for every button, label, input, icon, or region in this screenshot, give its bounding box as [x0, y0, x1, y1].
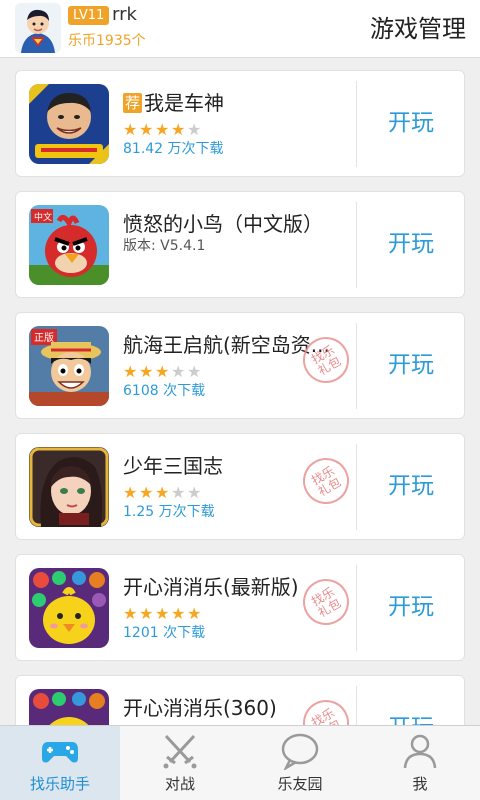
star-icon: ★ — [123, 483, 138, 502]
play-button[interactable]: 开玩 — [357, 676, 465, 725]
game-card[interactable]: 开心消消乐(最新版) ★ ★ ★ ★ ★ 1201 次下载 找乐 礼包 开玩 — [15, 554, 465, 661]
game-name: 荐我是车神 — [123, 91, 225, 115]
game-card[interactable]: 少年三国志 ★ ★ ★ ★ ★ 1.25 万次下载 找乐 礼包 开玩 — [15, 433, 465, 540]
game-card[interactable]: 开心消消乐(360) ★★★★★ 找乐礼包 开玩 — [15, 675, 465, 725]
star-icon: ★ — [171, 604, 186, 623]
star-icon: ★ — [123, 362, 138, 381]
game-card[interactable]: 中文 愤怒的小鸟（中文版） 版本: V5.4.1 开玩 — [15, 191, 465, 298]
star-icon: ★ — [155, 362, 170, 381]
star-icon: ★ — [187, 120, 202, 139]
warrior-girl-icon — [29, 447, 109, 527]
tab-label: 找乐助手 — [29, 775, 90, 793]
game-name: 开心消消乐(最新版) — [123, 575, 299, 599]
username: rrk — [112, 4, 137, 25]
game-list[interactable]: 荐我是车神 ★ ★ ★ ★ ★ 81.42 万次下载 开玩 中文 愤怒的小鸟（中… — [0, 58, 480, 725]
bottom-nav: 找乐助手 对战 乐友园 我 — [0, 725, 480, 800]
version-label: 版本: V5.4.1 — [123, 238, 206, 254]
yellow-chick-icon — [29, 568, 109, 648]
star-icon: ★ — [155, 483, 170, 502]
play-button[interactable]: 开玩 — [357, 71, 465, 176]
star-icon: ★ — [139, 120, 154, 139]
rating-stars: ★ ★ ★ ★ ★ — [123, 120, 203, 139]
rating-stars: ★ ★ ★ ★ ★ — [123, 483, 203, 502]
angry-bird-icon: 中文 — [29, 205, 109, 285]
star-icon: ★ — [187, 604, 202, 623]
tab-community[interactable]: 乐友园 — [240, 726, 360, 800]
star-icon: ★ — [155, 120, 170, 139]
star-icon: ★ — [123, 604, 138, 623]
star-icon: ★ — [171, 483, 186, 502]
play-button[interactable]: 开玩 — [357, 192, 465, 297]
game-card[interactable]: 正版 航海王启航(新空岛资... ★ ★ ★ ★ ★ 6108 次下载 找乐 礼包 开玩 — [15, 312, 465, 419]
star-icon: ★ — [171, 362, 186, 381]
svg-text:中文: 中文 — [34, 211, 52, 223]
play-button[interactable]: 开玩 — [357, 313, 465, 418]
game-name: 开心消消乐(360) — [123, 696, 277, 720]
gamepad-icon — [40, 732, 80, 770]
tab-label: 我 — [412, 775, 428, 793]
gift-stamp: 找乐礼包 — [294, 691, 358, 725]
star-icon: ★ — [171, 120, 186, 139]
star-icon: ★ — [139, 362, 154, 381]
one-piece-pirate-icon: 正版 — [29, 326, 109, 406]
download-count: 1201 次下载 — [123, 625, 206, 641]
star-icon: ★ — [155, 604, 170, 623]
game-card[interactable]: 荐我是车神 ★ ★ ★ ★ ★ 81.42 万次下载 开玩 — [15, 70, 465, 177]
rating-stars: ★ ★ ★ ★ ★ — [123, 362, 203, 381]
game-name: 愤怒的小鸟（中文版） — [123, 212, 323, 236]
tab-label: 乐友园 — [277, 775, 323, 793]
download-count: 1.25 万次下载 — [123, 504, 215, 520]
chat-bubble-icon — [280, 732, 320, 772]
recommend-tag: 荐 — [123, 93, 143, 113]
play-button[interactable]: 开玩 — [357, 555, 465, 660]
page-title: 游戏管理 — [370, 15, 466, 43]
star-icon: ★ — [123, 120, 138, 139]
avatar[interactable] — [15, 3, 61, 53]
game-name: 航海王启航(新空岛资... — [123, 333, 330, 357]
top-bar: LV11 rrk 乐币1935个 游戏管理 — [0, 0, 480, 58]
race-car-driver-icon — [29, 84, 109, 164]
tab-label: 对战 — [164, 775, 195, 793]
crossed-swords-icon — [160, 732, 200, 770]
yellow-chick-icon — [29, 689, 109, 725]
tab-assistant[interactable]: 找乐助手 — [0, 726, 120, 800]
play-button[interactable]: 开玩 — [357, 434, 465, 539]
star-icon: ★ — [139, 483, 154, 502]
star-icon: ★ — [187, 483, 202, 502]
star-icon: ★ — [187, 362, 202, 381]
gift-stamp: 找乐礼包 — [294, 449, 358, 513]
gift-stamp: 找乐礼包 — [294, 570, 358, 634]
level-badge: LV11 — [68, 6, 110, 25]
coin-balance: 乐币1935个 — [68, 33, 146, 49]
download-count: 6108 次下载 — [123, 383, 206, 399]
rating-stars: ★ ★ ★ ★ ★ — [123, 604, 203, 623]
tab-battle[interactable]: 对战 — [120, 726, 240, 800]
game-name: 少年三国志 — [123, 454, 223, 478]
star-icon: ★ — [139, 604, 154, 623]
person-icon — [400, 732, 440, 770]
tab-me[interactable]: 我 — [360, 726, 480, 800]
download-count: 81.42 万次下载 — [123, 141, 224, 157]
